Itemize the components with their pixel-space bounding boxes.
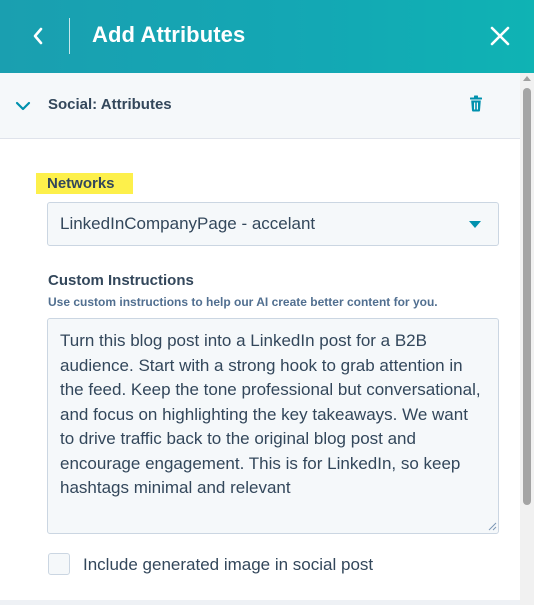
custom-instructions-help: Use custom instructions to help our AI c… [48, 295, 438, 309]
panel-header: Add Attributes [0, 0, 534, 73]
networks-select[interactable]: LinkedInCompanyPage - accelant [47, 202, 499, 246]
panel-title: Add Attributes [92, 22, 246, 47]
section-header[interactable]: Social: Attributes [0, 73, 520, 139]
caret-down-icon [469, 221, 481, 228]
close-icon [490, 26, 510, 46]
trash-icon[interactable] [469, 95, 483, 117]
scroll-up-arrow-icon[interactable] [523, 76, 531, 81]
close-button[interactable] [482, 20, 518, 52]
networks-selected-value: LinkedInCompanyPage - accelant [60, 214, 316, 233]
chevron-down-icon[interactable] [14, 99, 32, 117]
networks-label: Networks [36, 173, 133, 194]
chevron-left-icon [33, 27, 43, 45]
custom-instructions-label: Custom Instructions [48, 272, 194, 289]
back-button[interactable] [20, 20, 56, 52]
scrollbar-thumb[interactable] [523, 88, 531, 505]
custom-instructions-textarea[interactable]: Turn this blog post into a LinkedIn post… [47, 318, 499, 534]
resize-grip-icon[interactable] [487, 521, 497, 531]
section-title: Social: Attributes [48, 96, 172, 113]
include-image-label[interactable]: Include generated image in social post [83, 555, 373, 575]
include-image-checkbox[interactable] [48, 553, 70, 575]
panel-footer-edge [0, 600, 520, 605]
header-divider [69, 18, 70, 54]
